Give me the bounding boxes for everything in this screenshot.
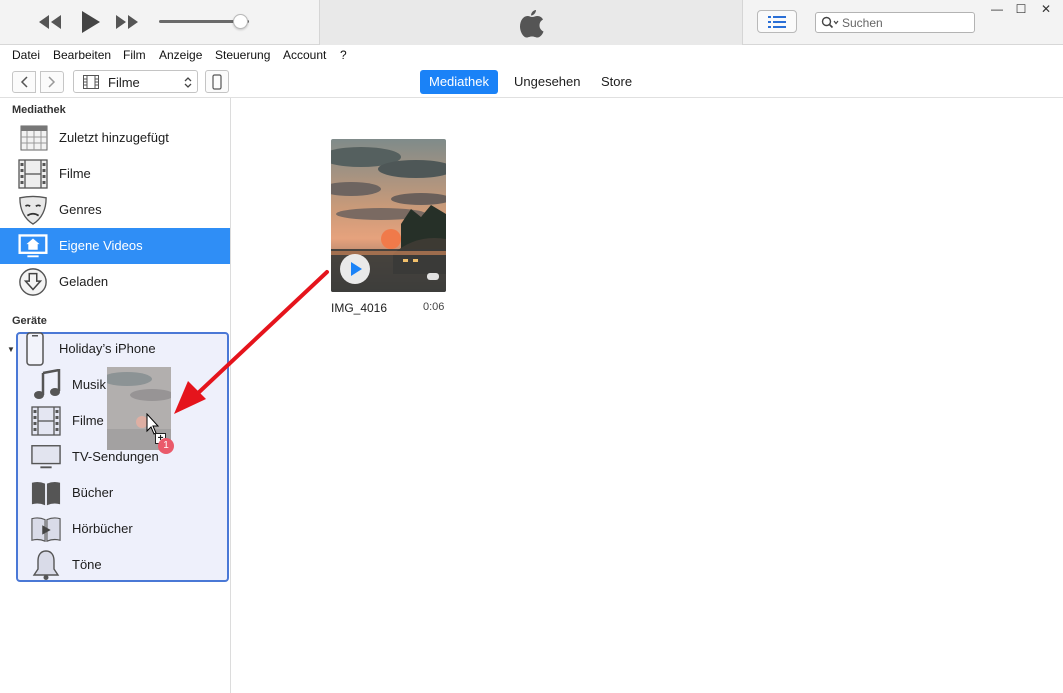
red-arrow-annotation: [174, 270, 329, 414]
